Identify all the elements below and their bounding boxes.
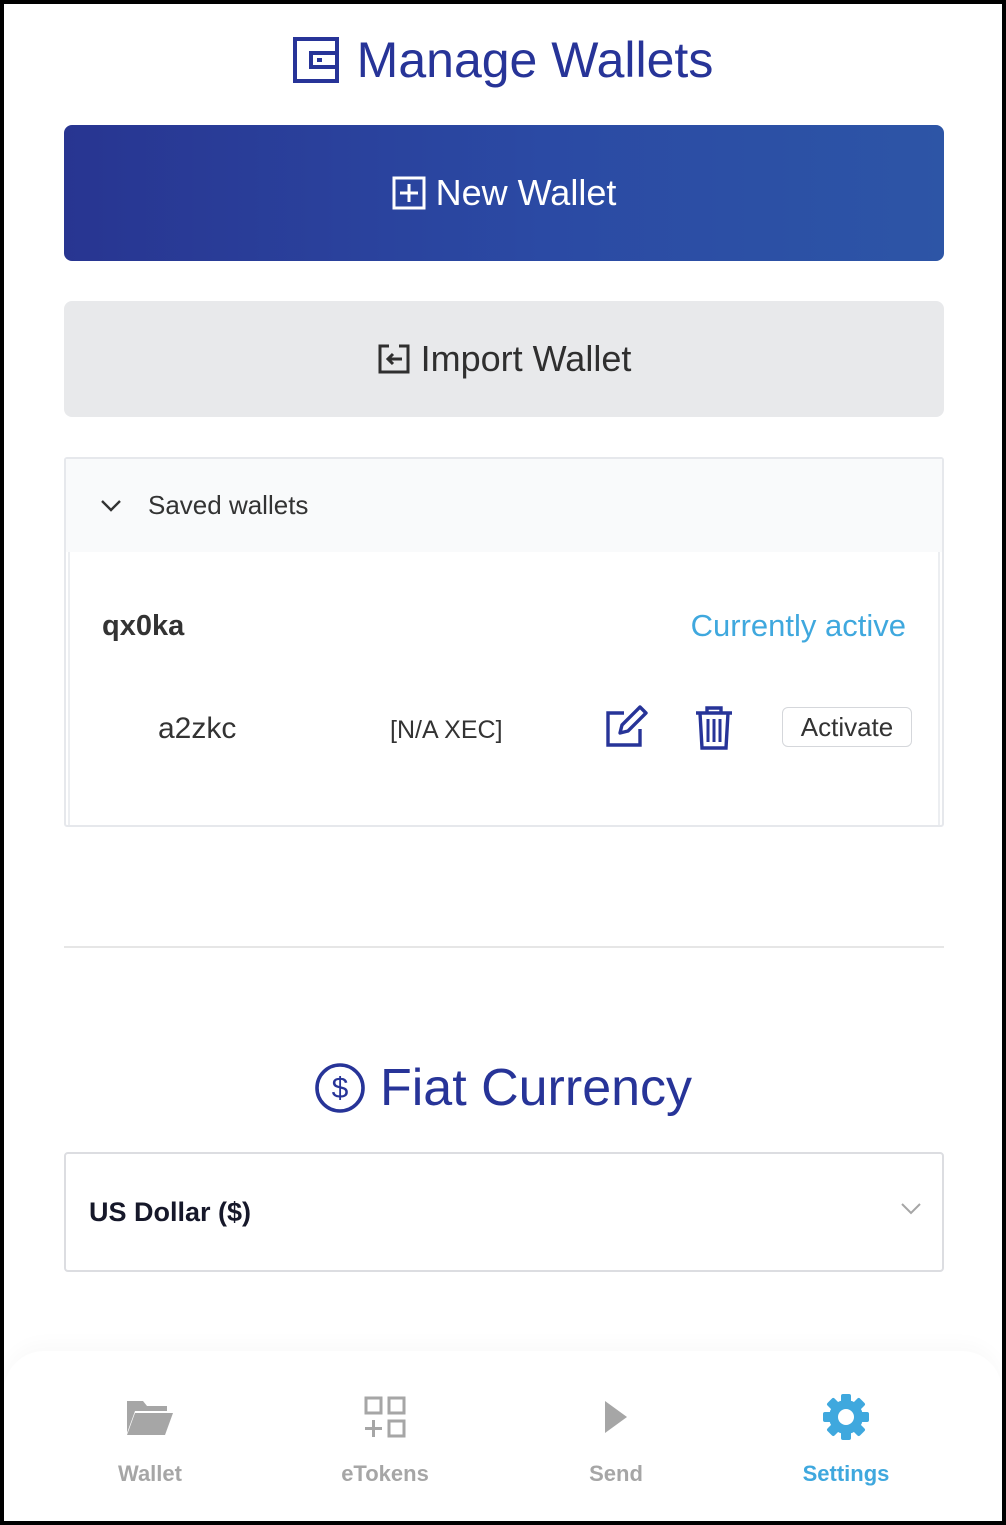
- new-wallet-button[interactable]: New Wallet: [64, 125, 944, 261]
- saved-wallets-body: qx0ka Currently active a2zkc [N/A XEC] A…: [68, 552, 940, 825]
- activate-label: Activate: [800, 711, 894, 742]
- nav-settings[interactable]: Settings: [746, 1391, 946, 1501]
- bottom-nav: Wallet eTokens Send Settings: [4, 1351, 1002, 1521]
- fiat-currency-select[interactable]: US Dollar ($): [64, 1152, 944, 1272]
- nav-send-label: Send: [589, 1461, 643, 1486]
- import-wallet-label: Import Wallet: [420, 338, 632, 379]
- folder-icon: [125, 1391, 175, 1443]
- tokens-grid-icon: [363, 1391, 407, 1443]
- nav-wallet-label: Wallet: [118, 1461, 182, 1486]
- edit-icon[interactable]: [604, 705, 648, 749]
- dollar-circle-icon: $: [314, 1062, 366, 1114]
- nav-send[interactable]: Send: [516, 1391, 716, 1501]
- chevron-down-icon: [900, 1202, 922, 1216]
- manage-wallets-title: Manage Wallets: [356, 32, 714, 88]
- saved-wallets-header: Saved wallets: [148, 490, 309, 520]
- fiat-currency-title: Fiat Currency: [379, 1059, 693, 1117]
- saved-wallets-toggle[interactable]: Saved wallets: [66, 459, 942, 552]
- saved-wallets-panel: Saved wallets qx0ka Currently active a2z…: [64, 457, 944, 827]
- nav-settings-label: Settings: [802, 1461, 890, 1486]
- import-icon: [377, 342, 411, 376]
- nav-etokens[interactable]: eTokens: [285, 1391, 485, 1501]
- manage-wallets-heading: Manage Wallets: [4, 30, 1002, 90]
- fiat-currency-value: US Dollar ($): [89, 1196, 252, 1227]
- import-wallet-button[interactable]: Import Wallet: [64, 301, 944, 417]
- nav-wallet[interactable]: Wallet: [50, 1391, 250, 1501]
- svg-text:$: $: [332, 1072, 349, 1105]
- section-divider: [64, 946, 944, 948]
- active-status: Currently active: [690, 608, 906, 643]
- nav-etokens-label: eTokens: [341, 1461, 429, 1486]
- gear-icon: [822, 1391, 870, 1443]
- activate-button[interactable]: Activate: [782, 707, 912, 747]
- chevron-down-icon: [100, 499, 122, 513]
- trash-icon[interactable]: [694, 705, 734, 751]
- fiat-currency-heading: $ Fiat Currency: [4, 1056, 1002, 1120]
- new-wallet-label: New Wallet: [435, 172, 617, 213]
- active-wallet-name: qx0ka: [102, 610, 185, 642]
- wallet-icon: [292, 37, 339, 83]
- app-frame: Manage Wallets New Wallet Import Wallet: [0, 0, 1006, 1525]
- wallet-balance: [N/A XEC]: [390, 716, 503, 744]
- wallet-name: a2zkc: [158, 712, 237, 745]
- send-play-icon: [603, 1391, 629, 1443]
- plus-square-icon: [392, 176, 426, 210]
